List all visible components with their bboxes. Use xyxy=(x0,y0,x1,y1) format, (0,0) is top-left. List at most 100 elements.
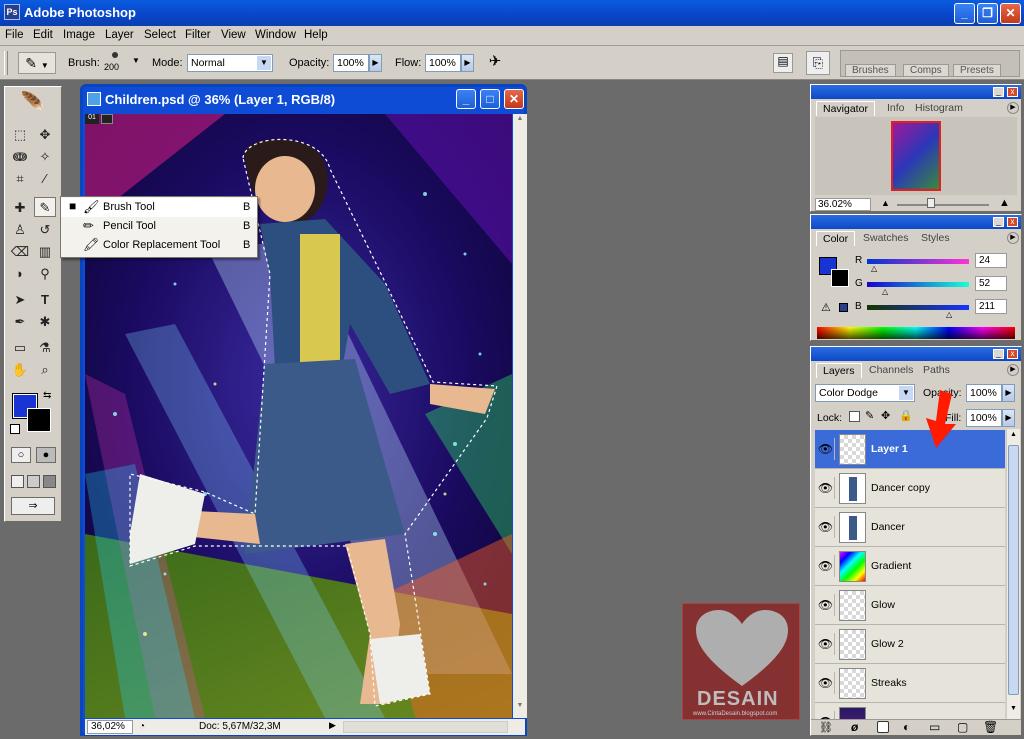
visibility-eye-icon[interactable]: 👁 xyxy=(817,477,835,499)
minimize-button[interactable]: _ xyxy=(954,3,975,24)
bridge-icon[interactable]: ⎘ xyxy=(806,51,830,75)
history-brush-tool-icon[interactable]: ↺ xyxy=(34,220,56,240)
g-value[interactable]: 52 xyxy=(975,276,1007,291)
blur-tool-icon[interactable]: ◗ xyxy=(9,264,31,284)
tab-color[interactable]: Color xyxy=(816,231,856,246)
palette-icon[interactable]: ▤ xyxy=(773,53,793,73)
scroll-down-icon[interactable]: ▼ xyxy=(1008,705,1019,717)
panel-menu-icon[interactable]: ▶ xyxy=(1007,232,1019,244)
menu-file[interactable]: File xyxy=(5,29,24,41)
menu-filter[interactable]: Filter xyxy=(185,29,211,41)
well-tab-presets[interactable]: Presets xyxy=(953,64,1001,77)
type-tool-icon[interactable]: T xyxy=(34,290,56,310)
panel-minimize-button[interactable]: _ xyxy=(993,349,1004,359)
scroll-up-icon[interactable]: ▲ xyxy=(514,115,526,129)
flow-slider-button[interactable]: ▶ xyxy=(461,54,474,72)
close-button[interactable]: ✕ xyxy=(1000,3,1021,24)
gradient-tool-icon[interactable]: ▥ xyxy=(34,242,56,262)
hand-tool-icon[interactable]: ✋ xyxy=(9,360,31,380)
layer-style-icon[interactable]: ø xyxy=(851,720,858,734)
zoom-out-icon[interactable]: ▲ xyxy=(881,198,890,208)
healing-brush-tool-icon[interactable]: ✚ xyxy=(9,198,31,218)
screen-mode-full-icon[interactable] xyxy=(43,475,56,488)
b-slider-thumb-icon[interactable]: △ xyxy=(946,310,952,319)
lock-position-icon[interactable]: ✥ xyxy=(881,409,890,422)
flyout-item-pencil-tool[interactable]: ✏ Pencil Tool B xyxy=(61,217,257,236)
menu-view[interactable]: View xyxy=(221,29,246,41)
crop-tool-icon[interactable]: ⌗ xyxy=(9,169,31,189)
eraser-tool-icon[interactable]: ⌫ xyxy=(9,242,31,262)
pen-tool-icon[interactable]: ✒ xyxy=(9,312,31,332)
notes-tool-icon[interactable]: ▭ xyxy=(9,338,31,358)
delete-layer-icon[interactable]: 🗑 xyxy=(983,720,998,734)
menu-layer[interactable]: Layer xyxy=(105,29,134,41)
layer-opacity-input[interactable]: 100% xyxy=(966,384,1002,402)
visibility-eye-icon[interactable]: 👁 xyxy=(817,633,835,655)
layer-row-glow[interactable]: 👁 Glow xyxy=(815,586,1005,625)
status-arrow-icon[interactable]: ▶ xyxy=(329,720,336,731)
vertical-scrollbar[interactable]: ▲ ▼ xyxy=(513,114,527,718)
layer-row-layer-1[interactable]: 👁 Layer 1 xyxy=(815,430,1005,469)
lock-pixels-icon[interactable]: ✎ xyxy=(865,409,874,422)
zoom-field[interactable]: 36,02% xyxy=(87,720,133,734)
slice-tool-icon[interactable]: ⁄ xyxy=(34,169,56,189)
horizontal-scrollbar[interactable] xyxy=(343,721,508,733)
zoom-in-icon[interactable]: ▲ xyxy=(999,197,1010,209)
flyout-item-brush-tool[interactable]: ■ 🖌 Brush Tool B xyxy=(61,198,257,217)
tab-styles[interactable]: Styles xyxy=(915,231,956,246)
layer-row-streaks[interactable]: 👁 Streaks xyxy=(815,664,1005,703)
g-slider-thumb-icon[interactable]: △ xyxy=(882,287,888,296)
lasso-tool-icon[interactable]: ↈ xyxy=(9,147,31,167)
menu-select[interactable]: Select xyxy=(144,29,176,41)
visibility-eye-icon[interactable]: 👁 xyxy=(817,594,835,616)
move-tool-icon[interactable]: ✥ xyxy=(34,125,56,145)
path-selection-tool-icon[interactable]: ➤ xyxy=(9,290,31,310)
visibility-eye-icon[interactable]: 👁 xyxy=(817,516,835,538)
brush-tool-icon[interactable]: ✎ xyxy=(34,197,56,217)
brush-picker[interactable]: 200 ▼ xyxy=(104,50,142,76)
eyedropper-tool-icon[interactable]: ⚗ xyxy=(34,338,56,358)
swap-colors-icon[interactable]: ⇆ xyxy=(43,390,51,401)
adjustment-layer-icon[interactable]: ◐ xyxy=(903,720,910,734)
document-maximize-button[interactable]: □ xyxy=(480,89,500,109)
magic-wand-tool-icon[interactable]: ✧ xyxy=(34,147,56,167)
panel-menu-icon[interactable]: ▶ xyxy=(1007,102,1019,114)
default-colors-icon[interactable] xyxy=(10,424,20,434)
layers-scrollbar[interactable]: ▲ ▼ xyxy=(1006,429,1020,721)
zoom-slider[interactable] xyxy=(897,204,989,206)
new-layer-icon[interactable]: ▢ xyxy=(957,720,968,734)
blend-mode-select[interactable]: Color Dodge ▼ xyxy=(815,384,915,402)
visibility-eye-icon[interactable]: 👁 xyxy=(817,672,835,694)
gamut-warning-icon[interactable]: ⚠ xyxy=(821,301,831,314)
document-minimize-button[interactable]: _ xyxy=(456,89,476,109)
well-tab-comps[interactable]: Comps xyxy=(903,64,949,77)
color-ramp[interactable] xyxy=(817,327,1015,339)
tab-navigator[interactable]: Navigator xyxy=(816,101,875,116)
link-layers-icon[interactable]: ⛓ xyxy=(819,721,833,734)
document-close-button[interactable]: ✕ xyxy=(504,89,524,109)
panel-minimize-button[interactable]: _ xyxy=(993,87,1004,97)
background-color-swatch[interactable] xyxy=(27,408,51,432)
restore-button[interactable]: ❐ xyxy=(977,3,998,24)
lock-all-icon[interactable]: 🔒 xyxy=(899,409,913,422)
dodge-tool-icon[interactable]: ⚲ xyxy=(34,264,56,284)
layer-mask-icon[interactable] xyxy=(877,721,889,733)
r-slider[interactable] xyxy=(867,259,969,264)
navigator-thumbnail[interactable] xyxy=(891,121,941,191)
menu-help[interactable]: Help xyxy=(304,29,328,41)
flyout-item-color-replacement-tool[interactable]: 🖍 Color Replacement Tool B xyxy=(61,236,257,255)
tab-info[interactable]: Info xyxy=(881,101,911,116)
menu-window[interactable]: Window xyxy=(255,29,296,41)
visibility-eye-icon[interactable]: 👁 xyxy=(817,555,835,577)
layers-scroll-thumb[interactable] xyxy=(1008,445,1019,695)
opacity-slider-button[interactable]: ▶ xyxy=(369,54,382,72)
panel-close-button[interactable]: x xyxy=(1007,87,1018,97)
tab-channels[interactable]: Channels xyxy=(863,363,919,378)
layer-row-dancer-copy[interactable]: 👁 Dancer copy xyxy=(815,469,1005,508)
menu-edit[interactable]: Edit xyxy=(33,29,53,41)
gamut-color-swatch[interactable] xyxy=(839,303,848,312)
tab-paths[interactable]: Paths xyxy=(917,363,956,378)
layer-row-gradient[interactable]: 👁 Gradient xyxy=(815,547,1005,586)
panel-minimize-button[interactable]: _ xyxy=(993,217,1004,227)
screen-mode-full-menu-icon[interactable] xyxy=(27,475,40,488)
